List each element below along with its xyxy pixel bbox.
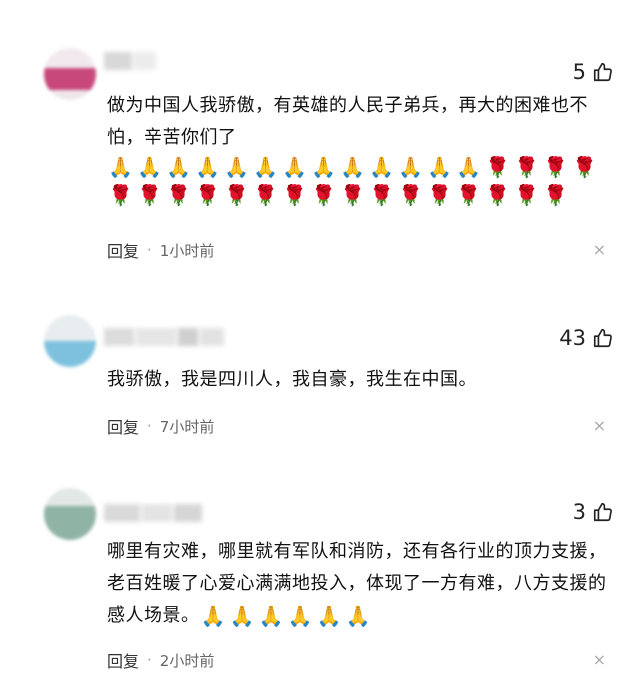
pray-emoji: 🙏 [195, 155, 221, 179]
rose-emoji: 🌹 [543, 155, 569, 179]
pray-emoji: 🙏 [427, 155, 453, 179]
like-count: 43 [559, 326, 586, 350]
reply-button[interactable]: 回复 [107, 414, 139, 438]
pray-emoji: 🙏 [282, 155, 308, 179]
username-blurred[interactable] [104, 52, 158, 70]
pray-emoji: 🙏 [316, 603, 343, 628]
like-control[interactable]: 43 [559, 326, 614, 350]
like-control[interactable]: 5 [573, 60, 614, 84]
rose-emoji: 🌹 [369, 183, 395, 207]
pray-emoji: 🙏 [137, 155, 163, 179]
pray-emoji: 🙏 [224, 155, 250, 179]
rose-emoji: 🌹 [427, 183, 453, 207]
pray-emoji: 🙏 [229, 603, 256, 628]
rose-emoji: 🌹 [282, 183, 308, 207]
separator-dot: · [147, 651, 152, 669]
timestamp: 2小时前 [159, 651, 215, 670]
close-icon[interactable]: × [593, 416, 606, 435]
like-count: 5 [572, 60, 586, 84]
pray-emoji: 🙏 [108, 155, 134, 179]
comment-meta: 回复 · 7小时前 [107, 414, 214, 438]
pray-emoji: 🙏 [340, 155, 366, 179]
rose-emoji: 🌹 [398, 183, 424, 207]
rose-emoji: 🌹 [137, 183, 163, 207]
timestamp: 7小时前 [159, 417, 215, 436]
reply-button[interactable]: 回复 [107, 648, 139, 672]
thumbs-up-icon[interactable] [592, 327, 614, 349]
pray-emoji: 🙏 [253, 155, 279, 179]
like-control[interactable]: 3 [573, 500, 614, 524]
pray-emoji: 🙏 [200, 603, 227, 628]
rose-emoji: 🌹 [340, 183, 366, 207]
username-blurred[interactable] [104, 504, 204, 522]
comment-text: 我骄傲，我是四川人，我自豪，我生在中国。 [107, 369, 477, 390]
pray-emoji: 🙏 [311, 155, 337, 179]
pray-emoji: 🙏 [287, 603, 314, 628]
rose-emoji: 🌹 [195, 183, 221, 207]
rose-emoji: 🌹 [166, 183, 192, 207]
rose-emoji: 🌹 [456, 183, 482, 207]
close-icon[interactable]: × [593, 650, 606, 669]
pray-emoji: 🙏 [398, 155, 424, 179]
close-icon[interactable]: × [593, 240, 606, 259]
pray-emoji: 🙏 [456, 155, 482, 179]
rose-emoji: 🌹 [485, 183, 511, 207]
rose-emoji: 🌹 [108, 183, 134, 207]
rose-emoji: 🌹 [543, 183, 569, 207]
comment-text: 哪里有灾难，哪里就有军队和消防，还有各行业的顶力支援，老百姓暖了心爱心满满地投入… [107, 541, 607, 630]
avatar[interactable] [44, 315, 96, 367]
rose-emoji: 🌹 [514, 183, 540, 207]
separator-dot: · [147, 417, 152, 435]
pray-emoji: 🙏 [369, 155, 395, 179]
thumbs-up-icon[interactable] [592, 61, 614, 83]
separator-dot: · [147, 241, 152, 259]
avatar[interactable] [44, 488, 96, 540]
rose-emoji: 🌹 [485, 155, 511, 179]
rose-emoji: 🌹 [253, 183, 279, 207]
avatar[interactable] [44, 48, 96, 100]
emoji-row: 🙏 🙏 🙏 🙏 🙏 🙏 [200, 603, 373, 630]
comment-meta: 回复 · 1小时前 [107, 238, 214, 262]
like-count: 3 [572, 500, 586, 524]
rose-emoji: 🌹 [311, 183, 337, 207]
comment-meta: 回复 · 2小时前 [107, 648, 214, 672]
comment-text: 做为中国人我骄傲，有英雄的人民子弟兵，再大的困难也不怕，辛苦你们了 🙏 🙏 🙏 🙏 🙏 🙏 🙏… [107, 90, 612, 209]
timestamp: 1小时前 [159, 241, 215, 260]
rose-emoji: 🌹 [572, 155, 598, 179]
pray-emoji: 🙏 [166, 155, 192, 179]
emoji-row: 🙏 🙏 🙏 🙏 🙏 🙏 🙏 🙏 🙏 🙏 🙏 🙏 🙏 🌹 🌹 🌹 🌹 🌹 🌹 🌹 🌹 🌹 🌹 🌹 🌹 🌹 🌹 🌹 🌹 🌹 🌹 🌹 🌹 [107, 154, 612, 209]
pray-emoji: 🙏 [345, 603, 372, 628]
reply-button[interactable]: 回复 [107, 238, 139, 262]
rose-emoji: 🌹 [514, 155, 540, 179]
rose-emoji: 🌹 [224, 183, 250, 207]
username-blurred[interactable] [104, 328, 226, 346]
pray-emoji: 🙏 [258, 603, 285, 628]
thumbs-up-icon[interactable] [592, 501, 614, 523]
